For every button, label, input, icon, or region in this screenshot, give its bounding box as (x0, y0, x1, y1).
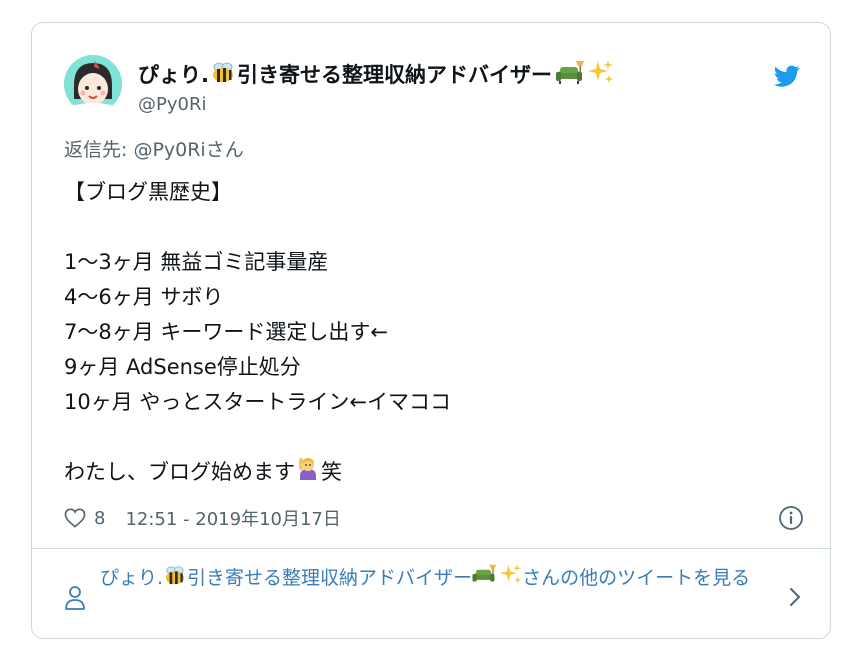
tweet-line: わたし、ブログ始めます 笑 (64, 455, 804, 490)
divider (32, 548, 830, 549)
tweet-header: ぴょり. 引き寄せる整理収納アドバイザー @Py0Ri (64, 53, 804, 115)
embedded-tweet-card: ぴょり. 引き寄せる整理収納アドバイザー @Py0Ri 返信先: @Py0Riさ… (31, 22, 831, 639)
couch-and-lamp-emoji-icon (555, 59, 588, 91)
footer-author-name: ぴょり. (100, 567, 164, 589)
heart-icon[interactable] (64, 508, 86, 528)
chevron-right-icon[interactable] (788, 585, 802, 609)
display-name-text: ぴょり. (138, 63, 209, 87)
tweet-line: 4〜6ヶ月 サボり (64, 285, 224, 309)
like-count: 8 (94, 507, 106, 529)
tweet-line: 9ヶ月 AdSense停止処分 (64, 355, 301, 379)
display-name-suffix: 引き寄せる整理収納アドバイザー (236, 63, 552, 87)
bee-emoji-icon (164, 564, 186, 594)
tweet-line: 10ヶ月 やっとスタートライン←イマココ (64, 390, 451, 414)
tweet-line: 1〜3ヶ月 無益ゴミ記事量産 (64, 250, 329, 274)
tweet-timestamp[interactable]: 12:51 - 2019年10月17日 (125, 505, 340, 531)
person-icon (65, 586, 85, 610)
couch-and-lamp-emoji-icon (472, 563, 500, 594)
tweet-meta: 8 12:51 - 2019年10月17日 (64, 503, 804, 533)
footer-author-suffix: 引き寄せる整理収納アドバイザー (187, 567, 473, 589)
person-raising-hand-emoji-icon (297, 456, 319, 491)
info-icon[interactable] (778, 505, 804, 531)
avatar-illustration (64, 55, 122, 113)
tweet-body: 【ブログ黒歴史】 1〜3ヶ月 無益ゴミ記事量産 4〜6ヶ月 サボり 7〜8ヶ月 … (64, 175, 804, 490)
reply-to-label[interactable]: 返信先: @Py0Riさん (64, 135, 244, 162)
more-tweets-footer[interactable]: ぴょり. 引き寄せる整理収納アドバイザー さんの他のツイートを見る (64, 563, 804, 623)
avatar[interactable] (64, 55, 122, 113)
tweet-line: 【ブログ黒歴史】 (64, 180, 232, 204)
display-name[interactable]: ぴょり. 引き寄せる整理収納アドバイザー (138, 59, 614, 91)
footer-link-text: さんの他のツイートを見る (522, 567, 751, 589)
tweet-line: 7〜8ヶ月 キーワード選定し出す← (64, 320, 388, 344)
bee-emoji-icon (211, 61, 235, 89)
author-names: ぴょり. 引き寄せる整理収納アドバイザー @Py0Ri (138, 59, 614, 117)
handle[interactable]: @Py0Ri (138, 93, 614, 117)
sparkles-emoji-icon (500, 563, 522, 594)
twitter-bird-icon[interactable] (772, 63, 802, 89)
tweet-line-text: わたし、ブログ始めます (64, 460, 295, 484)
tweet-line-tail: 笑 (321, 460, 342, 484)
sparkles-emoji-icon (587, 59, 614, 91)
more-tweets-link[interactable]: ぴょり. 引き寄せる整理収納アドバイザー さんの他のツイートを見る (100, 563, 760, 594)
